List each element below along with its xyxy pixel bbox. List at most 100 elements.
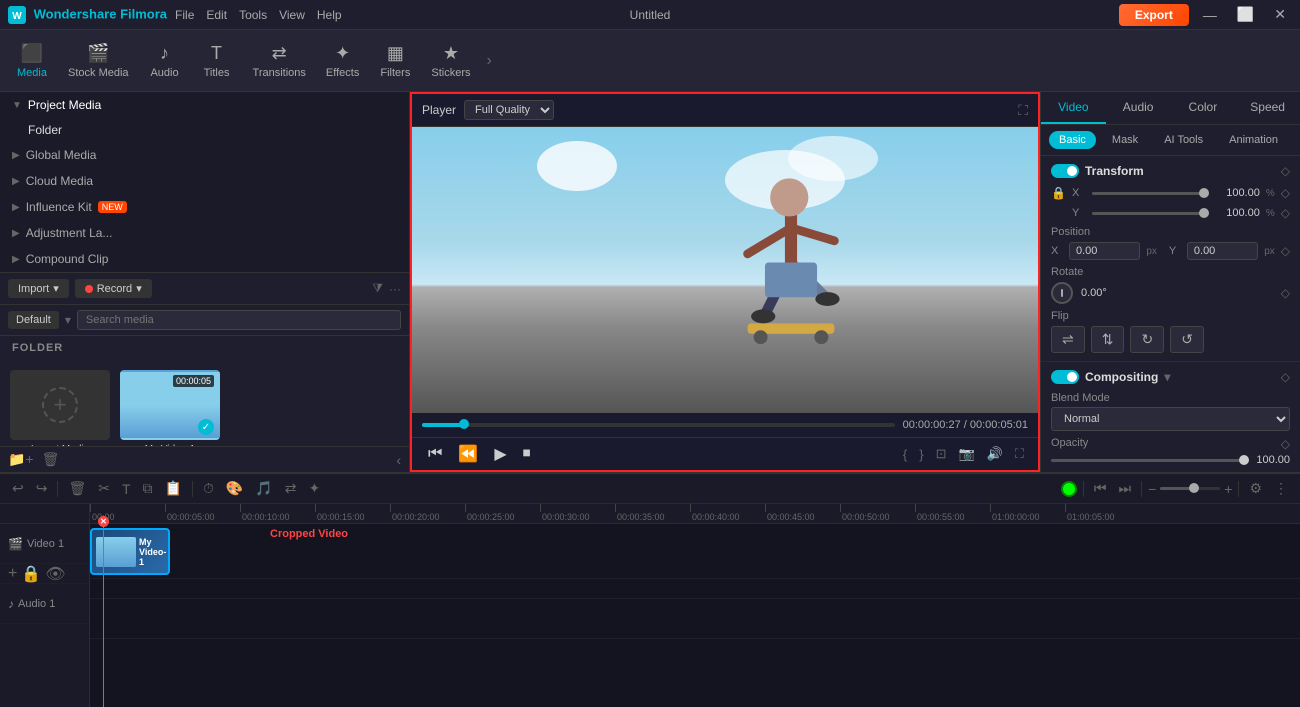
menu-view[interactable]: View xyxy=(279,8,305,22)
menu-help[interactable]: Help xyxy=(317,8,342,22)
toolbar-transitions[interactable]: ⇄ Transitions xyxy=(245,39,314,83)
rotate-expand[interactable]: ◇ xyxy=(1281,286,1290,300)
menu-file[interactable]: File xyxy=(175,8,194,22)
scale-y-slider[interactable] xyxy=(1092,212,1209,215)
track-eye-icon[interactable]: 👁 xyxy=(45,564,65,584)
nav-influence-kit[interactable]: ▶ Influence Kit NEW xyxy=(0,194,409,220)
menu-edit[interactable]: Edit xyxy=(206,8,227,22)
snapshot-button[interactable]: 📷 xyxy=(955,444,979,464)
stop-button[interactable]: ⏹ xyxy=(517,443,537,465)
tab-color[interactable]: Color xyxy=(1171,92,1236,124)
tl-redo-button[interactable]: ↪ xyxy=(32,478,52,499)
preview-progress-bar[interactable] xyxy=(422,423,895,427)
flip-vertical-button[interactable]: ⇅ xyxy=(1091,326,1125,353)
record-button[interactable]: Record ▾ xyxy=(75,279,152,298)
nav-project-media[interactable]: ▼ Project Media xyxy=(0,92,409,118)
go-start-button[interactable]: ⏮ xyxy=(422,443,448,465)
tl-cut-button[interactable]: ✂ xyxy=(94,478,114,499)
sub-tab-animation[interactable]: Animation xyxy=(1219,131,1288,149)
add-track-icon[interactable]: + xyxy=(8,565,17,583)
compositing-toggle[interactable] xyxy=(1051,370,1079,384)
nav-global-media[interactable]: ▶ Global Media xyxy=(0,142,409,168)
tl-undo-button[interactable]: ↩ xyxy=(8,478,28,499)
close-button[interactable]: ✕ xyxy=(1268,4,1292,25)
rotate-dial[interactable] xyxy=(1051,282,1073,304)
media-more-icon[interactable]: ··· xyxy=(389,282,401,296)
pos-y-input[interactable]: 0.00 xyxy=(1187,242,1258,260)
scale-y-expand[interactable]: ◇ xyxy=(1281,206,1290,220)
video-media-item[interactable]: 00:00:05 ✓ My Video-1 xyxy=(120,370,220,446)
preview-expand-icon[interactable]: ⛶ xyxy=(1018,102,1028,119)
sub-tab-ai-tools[interactable]: AI Tools xyxy=(1154,131,1213,149)
import-media-item[interactable]: + Import Media xyxy=(10,370,110,446)
transform-toggle[interactable] xyxy=(1051,164,1079,178)
nav-folder[interactable]: Folder xyxy=(0,118,409,142)
sub-tab-basic[interactable]: Basic xyxy=(1049,131,1096,149)
video-clip[interactable]: My Video-1 xyxy=(90,528,170,575)
tl-play-next-button[interactable]: ⏭ xyxy=(1114,478,1135,499)
tab-speed[interactable]: Speed xyxy=(1235,92,1300,124)
export-button[interactable]: Export xyxy=(1119,4,1189,26)
flip-horizontal-button[interactable]: ⇌ xyxy=(1051,326,1085,353)
toolbar-stock-media[interactable]: 🎬 Stock Media xyxy=(60,39,137,83)
media-filter-icon[interactable]: ⧩ xyxy=(372,281,383,296)
progress-handle[interactable] xyxy=(459,419,469,429)
scale-x-slider[interactable] xyxy=(1092,192,1209,195)
toolbar-effects[interactable]: ✦ Effects xyxy=(318,39,367,83)
nav-compound-clip[interactable]: ▶ Compound Clip xyxy=(0,246,409,272)
volume-button[interactable]: 🔊 xyxy=(983,444,1007,464)
zoom-in-icon[interactable]: + xyxy=(1224,481,1232,497)
tl-speed-button[interactable]: ⏱ xyxy=(199,478,218,499)
rotate-cw-button[interactable]: ↻ xyxy=(1130,326,1164,353)
mark-in-button[interactable]: { xyxy=(899,445,911,464)
tl-text-button[interactable]: T xyxy=(118,479,135,499)
nav-adjustment-layer[interactable]: ▶ Adjustment La... xyxy=(0,220,409,246)
step-back-button[interactable]: ⏪ xyxy=(452,442,484,466)
toolbar-titles[interactable]: T Titles xyxy=(193,39,241,83)
search-input[interactable] xyxy=(77,310,401,330)
sub-tab-mask[interactable]: Mask xyxy=(1102,131,1148,149)
minimize-button[interactable]: — xyxy=(1197,5,1223,25)
fullscreen-button[interactable]: ⛶ xyxy=(1011,444,1028,464)
tl-more-button[interactable]: ⋮ xyxy=(1270,478,1292,499)
tl-copy-button[interactable]: ⧉ xyxy=(139,478,157,499)
rotate-ccw-button[interactable]: ↺ xyxy=(1170,326,1204,353)
transform-expand-icon[interactable]: ◇ xyxy=(1281,164,1290,178)
tab-audio[interactable]: Audio xyxy=(1106,92,1171,124)
panel-add-folder-icon[interactable]: 📁+ xyxy=(8,451,34,468)
panel-collapse-icon[interactable]: ‹ xyxy=(396,452,401,468)
tl-audio-button[interactable]: 🎵 xyxy=(251,478,276,499)
import-button[interactable]: Import ▾ xyxy=(8,279,69,298)
opacity-slider[interactable] xyxy=(1051,459,1249,462)
scale-lock-icon[interactable]: 🔒 xyxy=(1051,186,1066,200)
opacity-handle[interactable] xyxy=(1239,455,1249,465)
zoom-slider[interactable] xyxy=(1160,487,1220,490)
track-lock-icon[interactable]: 🔒 xyxy=(21,564,41,584)
tl-paste-button[interactable]: 📋 xyxy=(161,478,186,499)
nav-cloud-media[interactable]: ▶ Cloud Media xyxy=(0,168,409,194)
scale-x-expand[interactable]: ◇ xyxy=(1281,186,1290,200)
position-expand[interactable]: ◇ xyxy=(1281,244,1290,258)
toolbar-more-arrow[interactable]: › xyxy=(482,52,495,70)
video-media-box[interactable]: 00:00:05 ✓ xyxy=(120,370,220,440)
tl-delete-button[interactable]: 🗑 xyxy=(64,478,90,499)
playhead[interactable]: ✕ xyxy=(103,524,104,707)
tl-color-button[interactable]: 🎨 xyxy=(222,478,247,499)
toolbar-filters[interactable]: ▦ Filters xyxy=(371,39,419,83)
tl-settings-button[interactable]: ⚙ xyxy=(1245,478,1266,499)
crop-button[interactable]: ⊡ xyxy=(932,444,951,464)
pos-x-input[interactable]: 0.00 xyxy=(1069,242,1140,260)
quality-select[interactable]: Full Quality xyxy=(464,100,554,120)
timeline-scroll-area[interactable]: 00:00 00:00:05:00 00:00:10:00 00:00:15:0… xyxy=(90,504,1300,707)
import-media-box[interactable]: + xyxy=(10,370,110,440)
mark-out-button[interactable]: } xyxy=(915,445,927,464)
tl-play-prev-button[interactable]: ⏮ xyxy=(1090,478,1111,499)
tl-effect-button[interactable]: ✦ xyxy=(305,478,325,499)
panel-delete-icon[interactable]: 🗑 xyxy=(42,451,60,468)
toolbar-media[interactable]: ⬛ Media xyxy=(8,39,56,83)
toolbar-audio[interactable]: ♪ Audio xyxy=(141,39,189,83)
play-button[interactable]: ▶ xyxy=(488,442,512,466)
tab-video[interactable]: Video xyxy=(1041,92,1106,124)
menu-tools[interactable]: Tools xyxy=(239,8,267,22)
tl-transition-button[interactable]: ⇄ xyxy=(281,478,301,499)
